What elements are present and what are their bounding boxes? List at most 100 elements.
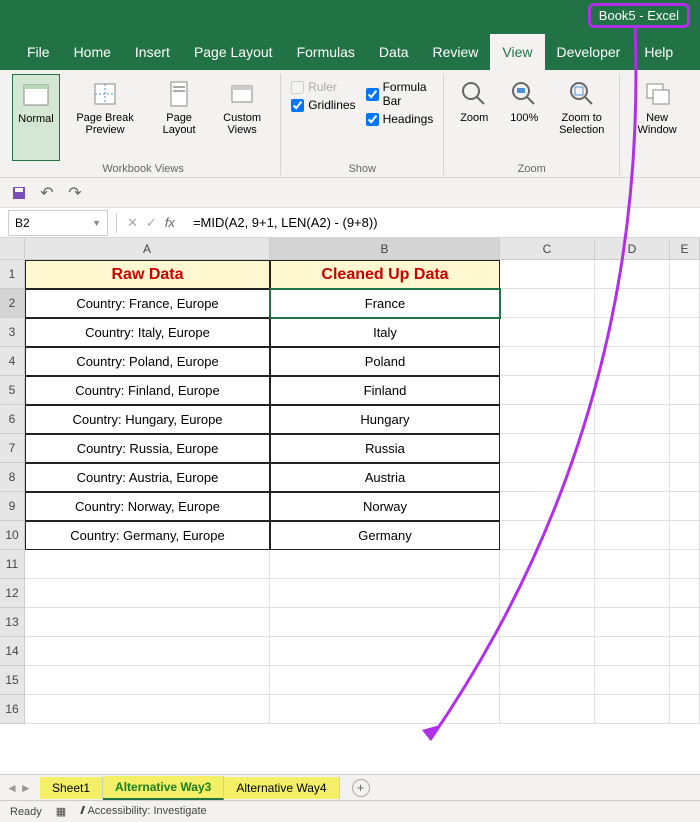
cell[interactable] <box>595 666 670 695</box>
row-header[interactable]: 4 <box>0 347 25 376</box>
cell[interactable]: Hungary <box>270 405 500 434</box>
cell[interactable] <box>500 579 595 608</box>
cell[interactable] <box>500 260 595 289</box>
enter-formula-icon[interactable]: ✓ <box>146 215 157 231</box>
row-header[interactable]: 7 <box>0 434 25 463</box>
cell[interactable] <box>670 521 700 550</box>
cell[interactable]: Germany <box>270 521 500 550</box>
cell[interactable]: Norway <box>270 492 500 521</box>
tab-formulas[interactable]: Formulas <box>285 34 367 70</box>
cell[interactable]: Country: Poland, Europe <box>25 347 270 376</box>
name-box-dropdown-icon[interactable]: ▼ <box>92 218 101 228</box>
cell[interactable]: Russia <box>270 434 500 463</box>
select-all-corner[interactable] <box>0 238 25 260</box>
cell[interactable]: Country: Italy, Europe <box>25 318 270 347</box>
cell[interactable]: Cleaned Up Data <box>270 260 500 289</box>
zoom-button[interactable]: Zoom <box>450 74 498 161</box>
cell[interactable] <box>500 666 595 695</box>
cell[interactable]: Country: Hungary, Europe <box>25 405 270 434</box>
cell[interactable] <box>595 434 670 463</box>
cell[interactable] <box>500 492 595 521</box>
cell[interactable] <box>595 376 670 405</box>
cell[interactable] <box>670 260 700 289</box>
cell[interactable]: France <box>270 289 500 318</box>
cancel-formula-icon[interactable]: ✕ <box>127 215 138 231</box>
cell[interactable] <box>670 666 700 695</box>
cell[interactable] <box>500 521 595 550</box>
tab-data[interactable]: Data <box>367 34 421 70</box>
sheet-tab[interactable]: Alternative Way3 <box>103 776 224 800</box>
page-break-preview-button[interactable]: Page Break Preview <box>62 74 148 161</box>
cell[interactable] <box>670 289 700 318</box>
cell[interactable] <box>670 376 700 405</box>
row-header[interactable]: 8 <box>0 463 25 492</box>
row-header[interactable]: 6 <box>0 405 25 434</box>
cell[interactable] <box>595 289 670 318</box>
cell[interactable] <box>595 260 670 289</box>
row-header[interactable]: 3 <box>0 318 25 347</box>
cell[interactable] <box>25 550 270 579</box>
cell[interactable] <box>500 289 595 318</box>
col-header[interactable]: D <box>595 238 670 260</box>
cell[interactable] <box>270 579 500 608</box>
tab-file[interactable]: File <box>15 34 62 70</box>
sheet-nav-next-icon[interactable]: ► <box>20 781 32 795</box>
cell[interactable] <box>595 608 670 637</box>
add-sheet-button[interactable]: + <box>352 779 370 797</box>
cell[interactable] <box>25 579 270 608</box>
cell[interactable] <box>270 666 500 695</box>
cell[interactable] <box>25 608 270 637</box>
cell[interactable] <box>595 492 670 521</box>
zoom-to-selection-button[interactable]: Zoom to Selection <box>550 74 613 161</box>
zoom-100-button[interactable]: 100% <box>500 74 548 161</box>
cell[interactable] <box>595 521 670 550</box>
cell[interactable] <box>670 318 700 347</box>
cell[interactable] <box>595 550 670 579</box>
cell[interactable]: Country: Germany, Europe <box>25 521 270 550</box>
macro-record-icon[interactable]: ▦ <box>56 805 66 818</box>
cell[interactable] <box>670 405 700 434</box>
cell[interactable] <box>595 637 670 666</box>
cell[interactable] <box>595 318 670 347</box>
cell[interactable] <box>595 463 670 492</box>
headings-checkbox[interactable]: Headings <box>366 112 434 126</box>
cell[interactable]: Country: Russia, Europe <box>25 434 270 463</box>
row-header[interactable]: 9 <box>0 492 25 521</box>
cell[interactable] <box>270 637 500 666</box>
cell[interactable] <box>500 463 595 492</box>
cell[interactable]: Poland <box>270 347 500 376</box>
cell[interactable]: Austria <box>270 463 500 492</box>
cell[interactable] <box>595 695 670 724</box>
name-box[interactable]: B2 ▼ <box>8 210 108 236</box>
col-header[interactable]: B <box>270 238 500 260</box>
fx-icon[interactable]: fx <box>165 215 175 231</box>
cell[interactable] <box>670 463 700 492</box>
cell[interactable]: Finland <box>270 376 500 405</box>
row-header[interactable]: 5 <box>0 376 25 405</box>
tab-insert[interactable]: Insert <box>123 34 182 70</box>
accessibility-status[interactable]: 🙼 Accessibility: Investigate <box>80 805 206 818</box>
cell[interactable]: Italy <box>270 318 500 347</box>
ruler-checkbox[interactable]: Ruler <box>291 80 355 94</box>
row-header[interactable]: 13 <box>0 608 25 637</box>
cell[interactable] <box>270 695 500 724</box>
col-header[interactable]: C <box>500 238 595 260</box>
undo-icon[interactable]: ↶ <box>38 184 56 202</box>
cell[interactable] <box>500 347 595 376</box>
gridlines-checkbox[interactable]: Gridlines <box>291 98 355 112</box>
tab-developer[interactable]: Developer <box>545 34 633 70</box>
tab-review[interactable]: Review <box>421 34 491 70</box>
row-header[interactable]: 14 <box>0 637 25 666</box>
row-header[interactable]: 2 <box>0 289 25 318</box>
cell[interactable] <box>500 695 595 724</box>
cell[interactable] <box>500 376 595 405</box>
cell[interactable] <box>595 347 670 376</box>
cell[interactable] <box>500 637 595 666</box>
cell[interactable] <box>500 318 595 347</box>
cell[interactable] <box>670 579 700 608</box>
cell[interactable] <box>670 550 700 579</box>
row-header[interactable]: 11 <box>0 550 25 579</box>
cell[interactable] <box>25 666 270 695</box>
new-window-button[interactable]: New Window <box>626 74 688 175</box>
row-header[interactable]: 16 <box>0 695 25 724</box>
